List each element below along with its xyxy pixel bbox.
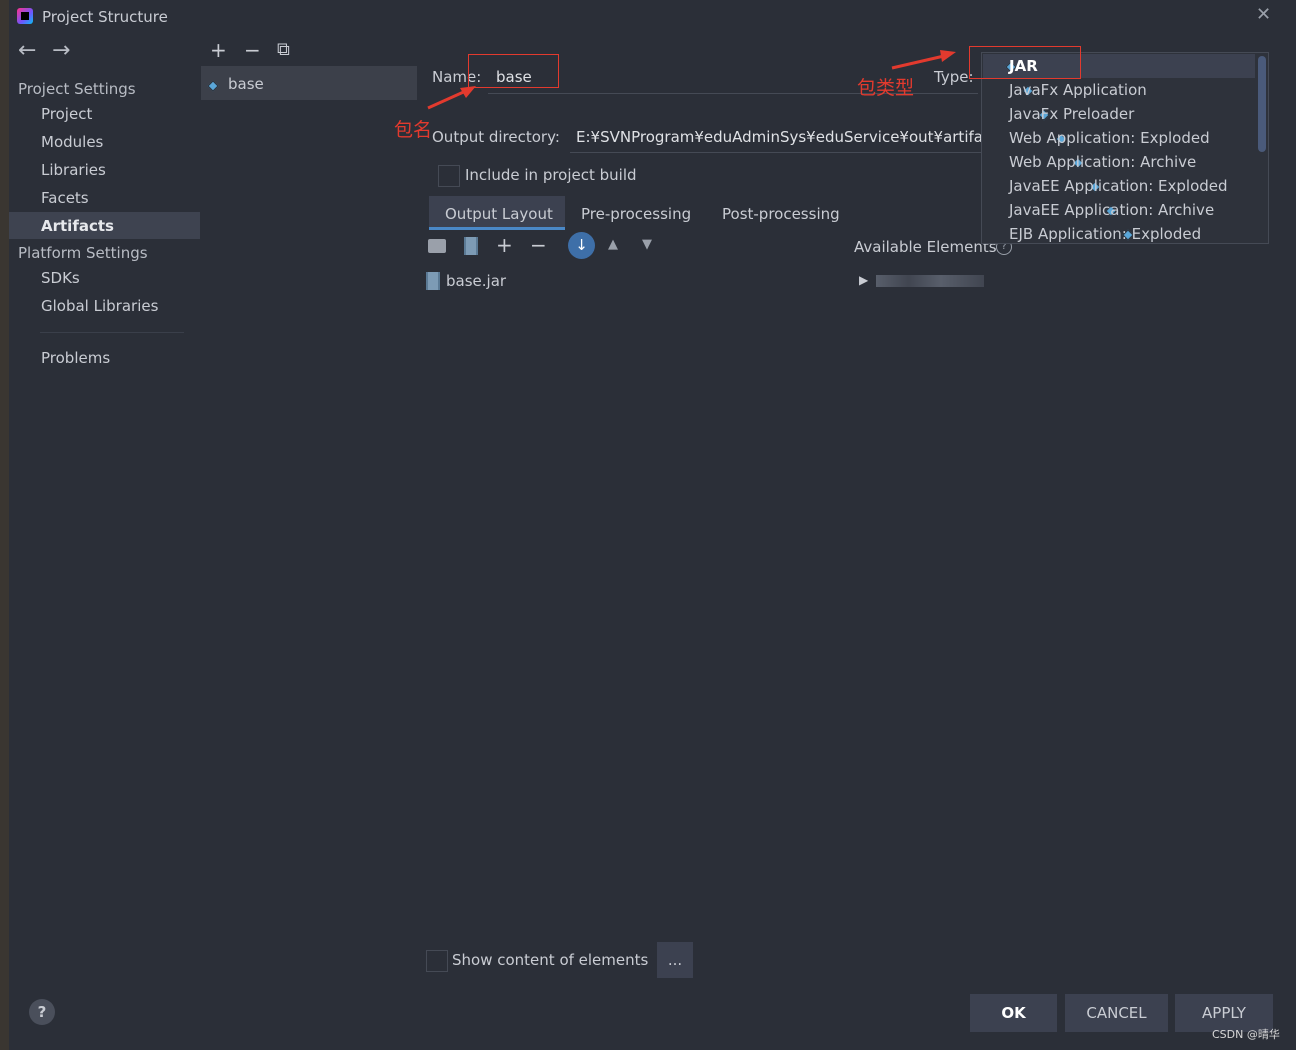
- move-down-icon[interactable]: ▼: [642, 237, 652, 252]
- sidebar-item-sdks[interactable]: SDKs: [41, 269, 80, 287]
- output-directory-field[interactable]: E:¥SVNProgram¥eduAdminSys¥eduService¥out…: [570, 122, 981, 153]
- expand-tree-arrow-icon[interactable]: ▶: [859, 273, 868, 287]
- tab-pre-processing[interactable]: Pre-processing: [581, 205, 691, 223]
- close-icon[interactable]: ✕: [1256, 4, 1271, 25]
- sidebar-item-problems[interactable]: Problems: [41, 349, 110, 367]
- copy-artifact-icon[interactable]: ⧉: [277, 39, 290, 60]
- sidebar-item-artifacts[interactable]: Artifacts: [41, 217, 114, 235]
- type-annotation-arrow: [891, 50, 956, 70]
- remove-element-icon[interactable]: −: [530, 233, 547, 257]
- type-option-javafx-application[interactable]: JavaFx Application: [1009, 81, 1147, 99]
- blurred-module-item[interactable]: [876, 275, 984, 287]
- name-annotation-text: 包名: [394, 119, 433, 141]
- move-up-icon[interactable]: ▲: [608, 237, 618, 252]
- help-icon[interactable]: ?: [29, 999, 55, 1025]
- name-annotation-arrow: [427, 86, 476, 110]
- title-bar: [9, 0, 1296, 36]
- add-element-icon[interactable]: +: [496, 233, 513, 257]
- type-option-javaee-archive[interactable]: JavaEE Application: Archive: [1009, 201, 1214, 219]
- artifact-list-item-label: base: [228, 75, 264, 93]
- remove-artifact-icon[interactable]: −: [244, 38, 261, 62]
- show-content-checkbox[interactable]: [426, 950, 448, 972]
- sidebar-item-project[interactable]: Project: [41, 105, 92, 123]
- sidebar-divider: [40, 332, 184, 333]
- tab-output-layout[interactable]: Output Layout: [445, 205, 553, 223]
- output-directory-label: Output directory:: [432, 128, 560, 146]
- sidebar-group-project-settings: Project Settings: [18, 80, 136, 98]
- forward-arrow-icon[interactable]: →: [52, 38, 70, 63]
- type-option-web-archive[interactable]: Web Application: Archive: [1009, 153, 1196, 171]
- output-directory-value: E:¥SVNProgram¥eduAdminSys¥eduService¥out…: [576, 128, 981, 146]
- show-content-label: Show content of elements: [452, 951, 649, 969]
- sidebar-item-modules[interactable]: Modules: [41, 133, 103, 151]
- type-option-ejb-exploded[interactable]: EJB Application: Exploded: [1009, 225, 1201, 243]
- type-option-web-exploded[interactable]: Web Application: Exploded: [1009, 129, 1210, 147]
- back-arrow-icon[interactable]: ←: [18, 38, 36, 63]
- sidebar-item-facets[interactable]: Facets: [41, 189, 89, 207]
- type-option-javafx-preloader[interactable]: JavaFx Preloader: [1009, 105, 1134, 123]
- available-elements-label: Available Elements: [854, 238, 997, 256]
- include-in-build-label: Include in project build: [465, 166, 637, 184]
- jar-archive-icon: [426, 272, 440, 290]
- window-title: Project Structure: [42, 8, 168, 26]
- create-directory-icon[interactable]: [428, 239, 446, 253]
- type-option-javaee-exploded[interactable]: JavaEE Application: Exploded: [1009, 177, 1228, 195]
- sidebar-item-global-libraries[interactable]: Global Libraries: [41, 297, 158, 315]
- type-annotation-box: [969, 46, 1081, 79]
- type-dropdown-scrollbar[interactable]: [1258, 56, 1266, 152]
- layout-tree-item-base-jar[interactable]: base.jar: [446, 272, 506, 290]
- background-edge: [0, 0, 9, 1050]
- type-annotation-text: 包类型: [857, 77, 915, 99]
- create-archive-icon[interactable]: [464, 237, 478, 255]
- sort-elements-icon[interactable]: ↓: [568, 232, 595, 259]
- include-in-build-checkbox[interactable]: [438, 165, 460, 187]
- show-content-options-button[interactable]: ...: [657, 942, 693, 978]
- intellij-app-icon: [17, 8, 33, 24]
- sidebar-group-platform-settings: Platform Settings: [18, 244, 148, 262]
- cancel-button[interactable]: CANCEL: [1065, 994, 1168, 1032]
- sidebar-item-libraries[interactable]: Libraries: [41, 161, 106, 179]
- add-artifact-icon[interactable]: +: [210, 38, 227, 62]
- tab-active-underline: [429, 227, 565, 230]
- tab-post-processing[interactable]: Post-processing: [722, 205, 840, 223]
- name-annotation-box: [468, 54, 559, 88]
- ok-button[interactable]: OK: [970, 994, 1057, 1032]
- csdn-watermark: CSDN @晴华: [1212, 1028, 1280, 1041]
- artifact-diamond-icon: [207, 80, 219, 92]
